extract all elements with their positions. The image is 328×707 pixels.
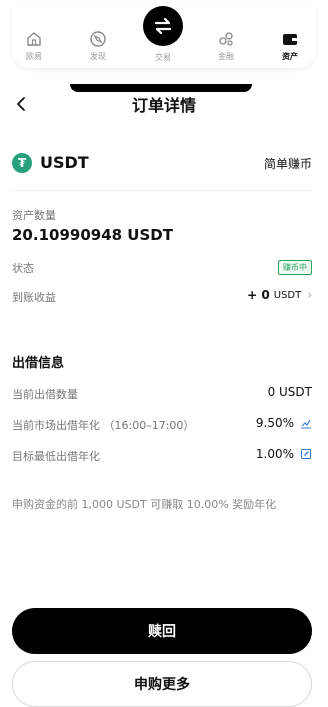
tab-home-label: 欧易 — [26, 52, 42, 61]
tab-finance[interactable]: 金融 — [206, 30, 246, 62]
finance-icon — [219, 32, 233, 46]
earnings-value: + 0 — [247, 288, 270, 302]
tab-assets[interactable]: 资产 — [270, 30, 310, 62]
lending-section-title: 出借信息 — [12, 356, 65, 371]
home-icon — [27, 32, 41, 46]
trade-swap-icon — [154, 17, 172, 35]
tab-discover[interactable]: 发现 — [78, 30, 118, 62]
tab-trade-label: 交易 — [155, 53, 171, 62]
asset-header-row: ₮ USDT 简单赚币 — [12, 152, 312, 174]
subscribe-more-button[interactable]: 申购更多 — [12, 661, 312, 707]
redeem-button[interactable]: 赎回 — [12, 608, 312, 654]
earnings-row[interactable]: + 0 USDT › — [247, 288, 312, 302]
earnings-unit: USDT — [273, 289, 302, 301]
tab-home[interactable]: 欧易 — [14, 30, 54, 62]
tab-trade-button[interactable] — [143, 6, 183, 46]
amount-label: 资产数量 — [12, 209, 56, 222]
amount-value: 20.10990948 USDT — [12, 226, 173, 244]
current-lent-amount: 0 USDT — [267, 385, 312, 399]
divider — [12, 190, 312, 191]
page-header: 订单详情 — [0, 88, 328, 120]
lending-row-label: 目标最低出借年化 — [12, 450, 100, 463]
min-rate-value: 1.00% — [255, 447, 294, 461]
earnings-label: 到账收益 — [12, 291, 56, 304]
edit-icon[interactable] — [300, 448, 312, 460]
coin-name: USDT — [40, 153, 89, 172]
usdt-coin-icon: ₮ — [12, 153, 32, 173]
lending-row-label: 当前市场出借年化 （16:00–17:00） — [12, 419, 195, 432]
status-label: 状态 — [12, 262, 34, 275]
lending-row-label: 当前出借数量 — [12, 388, 78, 401]
lending-row-value: 0 USDT — [268, 385, 312, 399]
market-rate-value: 9.50% — [255, 416, 294, 430]
tab-finance-label: 金融 — [218, 52, 234, 61]
status-badge: 赚币中 — [278, 260, 312, 275]
wallet-icon — [283, 34, 297, 45]
lending-row-value[interactable]: 9.50% — [256, 416, 312, 430]
page-title: 订单详情 — [131, 96, 196, 115]
chevron-right-icon: › — [307, 288, 312, 302]
tab-assets-label: 资产 — [282, 52, 298, 61]
product-type: 简单赚币 — [263, 157, 312, 171]
lending-row-value[interactable]: 1.00% — [256, 447, 312, 461]
tab-discover-label: 发现 — [90, 52, 106, 61]
discover-icon — [90, 31, 106, 47]
bottom-nav-bar: 欧易 发现 金融 资产 交易 — [0, 0, 328, 70]
trend-chart-icon[interactable] — [300, 417, 312, 429]
reward-note: 申购资金的前 1,000 USDT 可赚取 10.00% 奖励年化 — [12, 498, 277, 511]
